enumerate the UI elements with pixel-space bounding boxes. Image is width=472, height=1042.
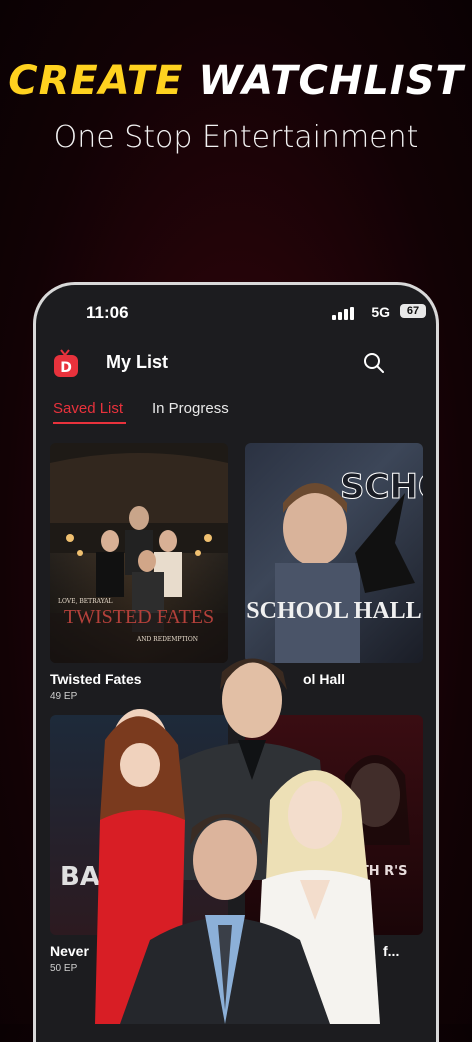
promo-title: CREATE WATCHLIST xyxy=(0,58,472,104)
poster-art: BA xyxy=(60,862,100,892)
poster-title: ITH R'S xyxy=(355,864,407,879)
list-item-school-hall[interactable]: SCHOO SCHOOL HALL ol Hall xyxy=(245,443,423,687)
card-title: Twisted Fates xyxy=(50,671,142,687)
poster-title: TWISTED FATES xyxy=(64,606,214,628)
poster-bg-title: SCHOO xyxy=(340,467,423,507)
card-title: f... xyxy=(383,943,400,959)
poster-school-hall[interactable]: SCHOO SCHOOL HALL xyxy=(245,443,423,663)
card-title: Never xyxy=(50,943,89,959)
poster-title: SCHOOL HALL xyxy=(246,598,421,624)
poster-never[interactable]: BA xyxy=(50,715,228,935)
search-icon[interactable] xyxy=(362,351,386,375)
poster-sub: AND REDEMPTION xyxy=(136,636,198,643)
card-title: ol Hall xyxy=(303,671,346,687)
app-logo-icon: D xyxy=(54,349,78,377)
promo-title-highlight: CREATE xyxy=(8,58,184,104)
poster-fourth[interactable]: ITH R'S xyxy=(245,715,423,935)
network-label: 5G xyxy=(371,304,390,320)
card-episodes: 50 EP xyxy=(50,963,78,974)
tab-saved-list[interactable]: Saved List xyxy=(53,400,127,424)
poster-title: BA xyxy=(60,862,100,892)
battery-icon: 67 xyxy=(400,304,426,318)
poster-tag: LOVE, BETRAYAL xyxy=(58,598,113,605)
card-episodes: 49 EP xyxy=(50,691,78,702)
page-title: My List xyxy=(106,352,169,372)
signal-icon xyxy=(332,307,354,320)
list-item-fourth[interactable]: ITH R'S f... xyxy=(245,715,423,959)
list-item-never[interactable]: BA Never 50 EP xyxy=(50,715,228,974)
status-time: 11:06 xyxy=(86,303,129,322)
app-bar: D My List xyxy=(36,343,436,383)
phone-frame: 11:06 5G 67 D My List Saved List In Prog… xyxy=(33,282,439,1042)
promo-subtitle: One Stop Entertainment xyxy=(53,120,419,155)
tab-in-progress[interactable]: In Progress xyxy=(152,400,229,417)
poster-art: SCHOO SCHOOL HALL xyxy=(246,467,423,663)
status-bar: 11:06 5G 67 xyxy=(36,303,436,327)
poster-art: ITH R'S xyxy=(340,755,410,879)
poster-twisted-fates[interactable]: LOVE, BETRAYAL TWISTED FATES AND REDEMPT… xyxy=(50,443,228,663)
list-item-twisted-fates[interactable]: LOVE, BETRAYAL TWISTED FATES AND REDEMPT… xyxy=(50,443,228,702)
svg-text:D: D xyxy=(60,360,72,376)
promo-title-rest: WATCHLIST xyxy=(198,58,464,104)
poster-art: LOVE, BETRAYAL TWISTED FATES AND REDEMPT… xyxy=(50,443,228,663)
